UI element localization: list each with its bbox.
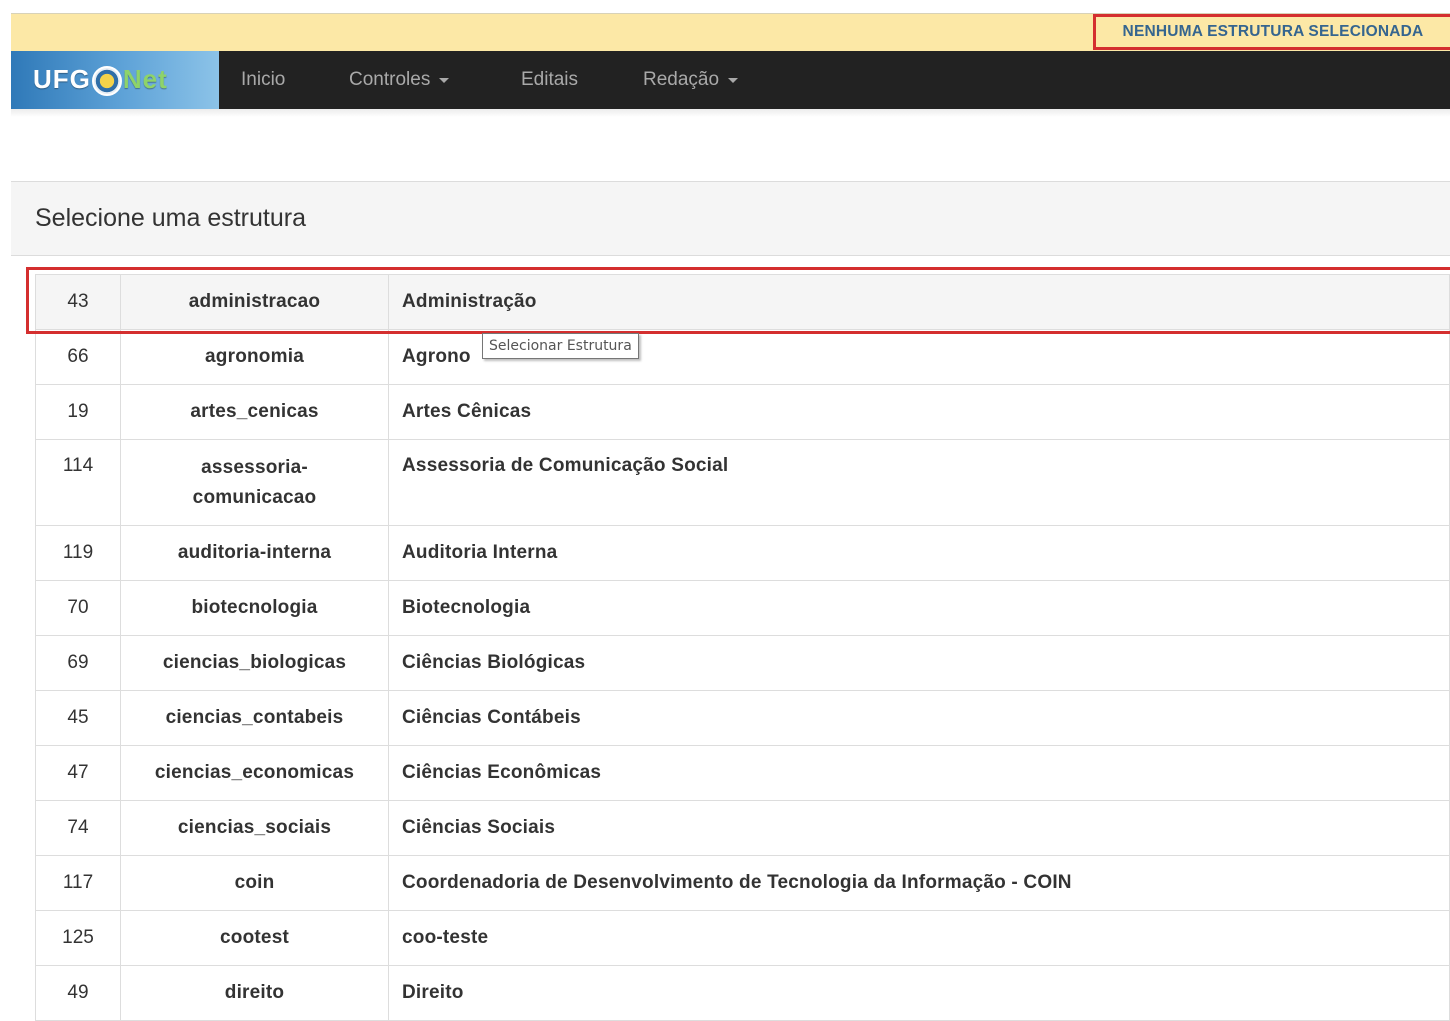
table-row[interactable]: 117 coin Coordenadoria de Desenvolvimento …: [35, 855, 1450, 911]
structure-slug-cell: administracao: [120, 274, 389, 330]
nav-editais[interactable]: Editais: [521, 51, 578, 109]
table-row[interactable]: 119 auditoria-interna Auditoria Interna: [35, 525, 1450, 581]
nav-redacao-label: Redação: [643, 69, 720, 90]
table-row[interactable]: 66 agronomia Agrono: [35, 329, 1450, 385]
structure-slug-cell: ciencias_contabeis: [120, 690, 389, 746]
structure-name-cell: Ciências Contábeis: [388, 690, 1450, 746]
structure-id-cell: 49: [35, 965, 121, 1021]
structure-name-cell: Biotecnologia: [388, 580, 1450, 636]
structure-id-cell: 47: [35, 745, 121, 801]
table-row[interactable]: 43 administracao Administração: [35, 274, 1450, 330]
structure-name-cell: Coordenadoria de Desenvolvimento de Tecn…: [388, 855, 1450, 911]
globe-icon: [91, 66, 122, 97]
structure-slug-cell: direito: [120, 965, 389, 1021]
caret-down-icon: [439, 77, 450, 83]
structure-name-cell: Artes Cênicas: [388, 384, 1450, 440]
structure-slug-cell: auditoria-interna: [120, 525, 389, 581]
structure-slug-cell: ciencias_biologicas: [120, 635, 389, 691]
navbar-shadow: [11, 109, 1450, 117]
structure-slug-cell: cootest: [120, 910, 389, 966]
structure-slug-cell: biotecnologia: [120, 580, 389, 636]
table-row[interactable]: 45 ciencias_contabeis Ciências Contábeis: [35, 690, 1450, 746]
nav-controles-label: Controles: [349, 69, 431, 90]
nav-inicio[interactable]: Inicio: [241, 51, 285, 109]
structure-id-cell: 66: [35, 329, 121, 385]
structure-name-cell: Assessoria de Comunicação Social: [388, 439, 1450, 526]
structure-slug-cell: coin: [120, 855, 389, 911]
structure-slug-cell: ciencias_sociais: [120, 800, 389, 856]
nav-controles[interactable]: Controles: [349, 51, 450, 109]
panel-title: Selecione uma estrutura: [35, 204, 306, 232]
structure-name-cell: Direito: [388, 965, 1450, 1021]
structures-table: 43 administracao Administração 66 agronomia A…: [35, 274, 1450, 1021]
structure-name-cell: Ciências Biológicas: [388, 635, 1450, 691]
brand-logo[interactable]: UFG Net: [11, 51, 219, 109]
table-row[interactable]: 49 direito Direito: [35, 965, 1450, 1021]
select-structure-tooltip: Selecionar Estrutura: [482, 333, 639, 359]
structure-slug-cell: ciencias_economicas: [120, 745, 389, 801]
table-row[interactable]: 125 cootest coo-teste: [35, 910, 1450, 966]
caret-down-icon: [728, 77, 739, 83]
structure-name-cell: Ciências Sociais: [388, 800, 1450, 856]
structure-name-cell: Ciências Econômicas: [388, 745, 1450, 801]
table-row[interactable]: 70 biotecnologia Biotecnologia: [35, 580, 1450, 636]
table-row[interactable]: 47 ciencias_economicas Ciências Econômicas: [35, 745, 1450, 801]
structure-slug-cell: assessoria-comunicacao: [120, 439, 389, 526]
structure-id-cell: 117: [35, 855, 121, 911]
panel-heading: Selecione uma estrutura: [11, 181, 1450, 256]
structure-id-cell: 70: [35, 580, 121, 636]
structure-slug-cell: agronomia: [120, 329, 389, 385]
structure-name-cell: Auditoria Interna: [388, 525, 1450, 581]
structure-id-cell: 69: [35, 635, 121, 691]
table-row[interactable]: 19 artes_cenicas Artes Cênicas: [35, 384, 1450, 440]
nav-inicio-label: Inicio: [241, 69, 286, 90]
structure-id-cell: 119: [35, 525, 121, 581]
structure-id-cell: 125: [35, 910, 121, 966]
table-row[interactable]: 74 ciencias_sociais Ciências Sociais: [35, 800, 1450, 856]
table-row[interactable]: 114 assessoria-comunicacao Assessoria de C…: [35, 439, 1450, 526]
selected-structure-status: NENHUMA ESTRUTURA SELECIONADA: [1093, 14, 1450, 50]
table-row[interactable]: 69 ciencias_biologicas Ciências Biológicas: [35, 635, 1450, 691]
nav-redacao[interactable]: Redação: [643, 51, 739, 109]
structure-id-cell: 43: [35, 274, 121, 330]
structure-name-cell: Administração: [388, 274, 1450, 330]
structure-id-cell: 45: [35, 690, 121, 746]
brand-text: UFG Net: [33, 64, 168, 97]
structure-name-cell: coo-teste: [388, 910, 1450, 966]
navbar: UFG Net Inicio Controles Editais Redação: [11, 51, 1450, 109]
structure-id-cell: 114: [35, 439, 121, 526]
nav-editais-label: Editais: [521, 69, 579, 90]
structure-id-cell: 19: [35, 384, 121, 440]
structure-slug-cell: artes_cenicas: [120, 384, 389, 440]
structure-id-cell: 74: [35, 800, 121, 856]
